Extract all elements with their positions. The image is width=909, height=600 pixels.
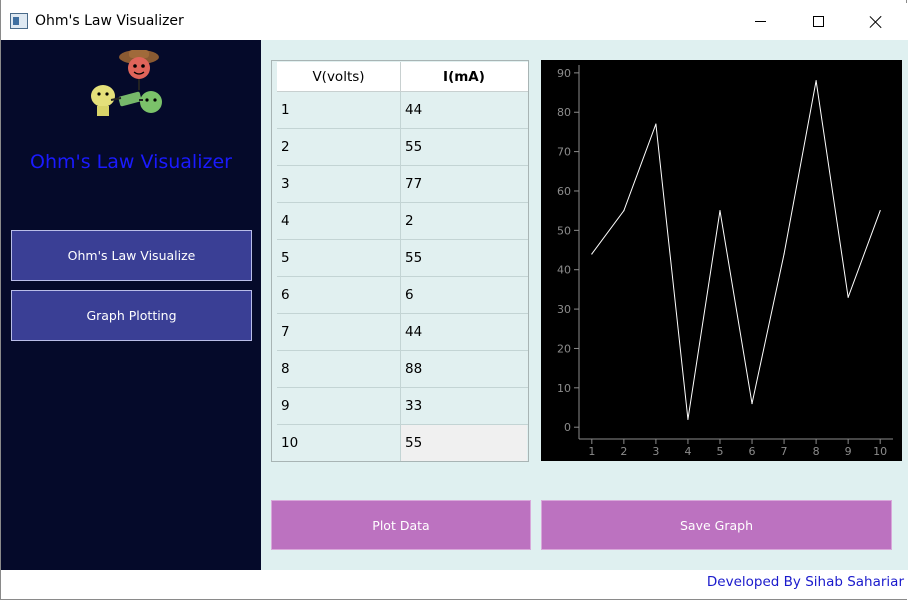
y-tick-label: 50: [557, 224, 571, 237]
x-tick-label: 3: [652, 445, 659, 458]
close-button[interactable]: [853, 3, 899, 40]
current-cell[interactable]: 77: [401, 166, 527, 202]
data-point: [847, 296, 849, 298]
y-tick-label: 70: [557, 146, 571, 159]
x-tick-label: 6: [749, 445, 756, 458]
table-row: 8 88: [277, 351, 528, 388]
x-tick-label: 10: [873, 445, 887, 458]
plot-area: 0 10 20 30 40 50 60 70 80 90 1 2 3 4 5 6 7 8 9 10: [541, 60, 902, 461]
app-window: Ohm's Law Visualizer Ohm's Law Visualize…: [0, 0, 908, 600]
maximize-button[interactable]: [795, 3, 841, 40]
table-row: 5 55: [277, 240, 528, 277]
voltage-cell[interactable]: 4: [277, 203, 401, 239]
x-tick-label: 2: [620, 445, 627, 458]
save-graph-button[interactable]: Save Graph: [541, 500, 892, 550]
table-row: 1 44: [277, 92, 528, 129]
y-tick-label: 10: [557, 382, 571, 395]
x-tick-label: 9: [845, 445, 852, 458]
y-tick-label: 40: [557, 264, 571, 277]
current-cell[interactable]: 55: [401, 240, 527, 276]
table-row: 2 55: [277, 129, 528, 166]
data-table[interactable]: V(volts) I(mA) 1 44 2 55 3 77 4 2 5 55 6…: [271, 60, 529, 462]
sidebar: Ohm's Law Visualizer Ohm's Law Visualize…: [1, 40, 261, 570]
y-tick-label: 30: [557, 303, 571, 316]
plot-data-button[interactable]: Plot Data: [271, 500, 531, 550]
current-cell[interactable]: 33: [401, 388, 527, 424]
y-tick-label: 90: [557, 67, 571, 80]
voltage-cell[interactable]: 9: [277, 388, 401, 424]
table-row: 10 55: [277, 425, 528, 462]
minimize-button[interactable]: [737, 3, 783, 40]
developer-credit: Developed By Sihab Sahariar: [706, 574, 904, 590]
x-tick-label: 5: [716, 445, 723, 458]
current-cell-selected[interactable]: 55: [401, 425, 527, 461]
data-point: [623, 210, 625, 212]
data-point: [751, 402, 753, 405]
sidebar-title: Ohm's Law Visualizer: [30, 151, 232, 173]
close-icon: [869, 15, 883, 29]
table-row: 4 2: [277, 203, 528, 240]
table-header: V(volts) I(mA): [277, 62, 528, 92]
voltage-cell[interactable]: 1: [277, 92, 401, 128]
minimize-icon: [754, 21, 766, 22]
ohms-law-visualize-button[interactable]: Ohm's Law Visualize: [11, 230, 252, 281]
series-line: [591, 80, 881, 420]
y-tick-label: 20: [557, 342, 571, 355]
table-row: 3 77: [277, 166, 528, 203]
table-row: 6 6: [277, 277, 528, 314]
current-cell[interactable]: 44: [401, 314, 527, 350]
x-tick-label: 1: [588, 445, 595, 458]
table-body: 1 44 2 55 3 77 4 2 5 55 6 6 7 44 8 88 9 …: [277, 92, 528, 462]
data-point: [687, 418, 689, 420]
voltage-cell[interactable]: 8: [277, 351, 401, 387]
status-bar: Developed By Sihab Sahariar: [1, 570, 908, 599]
y-tick-label: 60: [557, 185, 571, 198]
x-tick-label: 8: [813, 445, 820, 458]
graph-plotting-button[interactable]: Graph Plotting: [11, 290, 252, 341]
data-point: [783, 253, 785, 255]
voltage-cell[interactable]: 3: [277, 166, 401, 202]
current-cell[interactable]: 6: [401, 277, 527, 313]
x-tick-label: 7: [781, 445, 788, 458]
y-tick-label: 0: [564, 421, 571, 434]
voltage-cell[interactable]: 7: [277, 314, 401, 350]
data-point: [815, 80, 817, 82]
app-icon: [10, 13, 28, 29]
current-cell[interactable]: 2: [401, 203, 527, 239]
y-tick-label: 80: [557, 106, 571, 119]
voltage-cell[interactable]: 10: [277, 425, 401, 461]
data-point: [655, 123, 657, 125]
maximize-icon: [812, 16, 824, 27]
main-panel: V(volts) I(mA) 1 44 2 55 3 77 4 2 5 55 6…: [261, 40, 908, 570]
data-point: [591, 253, 593, 255]
voltage-cell[interactable]: 5: [277, 240, 401, 276]
table-row: 7 44: [277, 314, 528, 351]
data-point: [719, 210, 721, 212]
voltage-cell[interactable]: 2: [277, 129, 401, 165]
x-tick-label: 4: [684, 445, 691, 458]
title-bar[interactable]: Ohm's Law Visualizer: [1, 3, 908, 40]
line-chart: 0 10 20 30 40 50 60 70 80 90 1 2 3 4 5 6 7 8 9 10: [557, 65, 893, 458]
current-cell[interactable]: 55: [401, 129, 527, 165]
window-title: Ohm's Law Visualizer: [35, 13, 184, 29]
current-cell[interactable]: 88: [401, 351, 527, 387]
voltage-cell[interactable]: 6: [277, 277, 401, 313]
table-row: 9 33: [277, 388, 528, 425]
column-header-voltage[interactable]: V(volts): [277, 62, 401, 92]
current-cell[interactable]: 44: [401, 92, 527, 128]
column-header-current[interactable]: I(mA): [401, 62, 527, 92]
ohm-characters-logo-icon: [91, 50, 162, 116]
data-point: [879, 210, 881, 212]
